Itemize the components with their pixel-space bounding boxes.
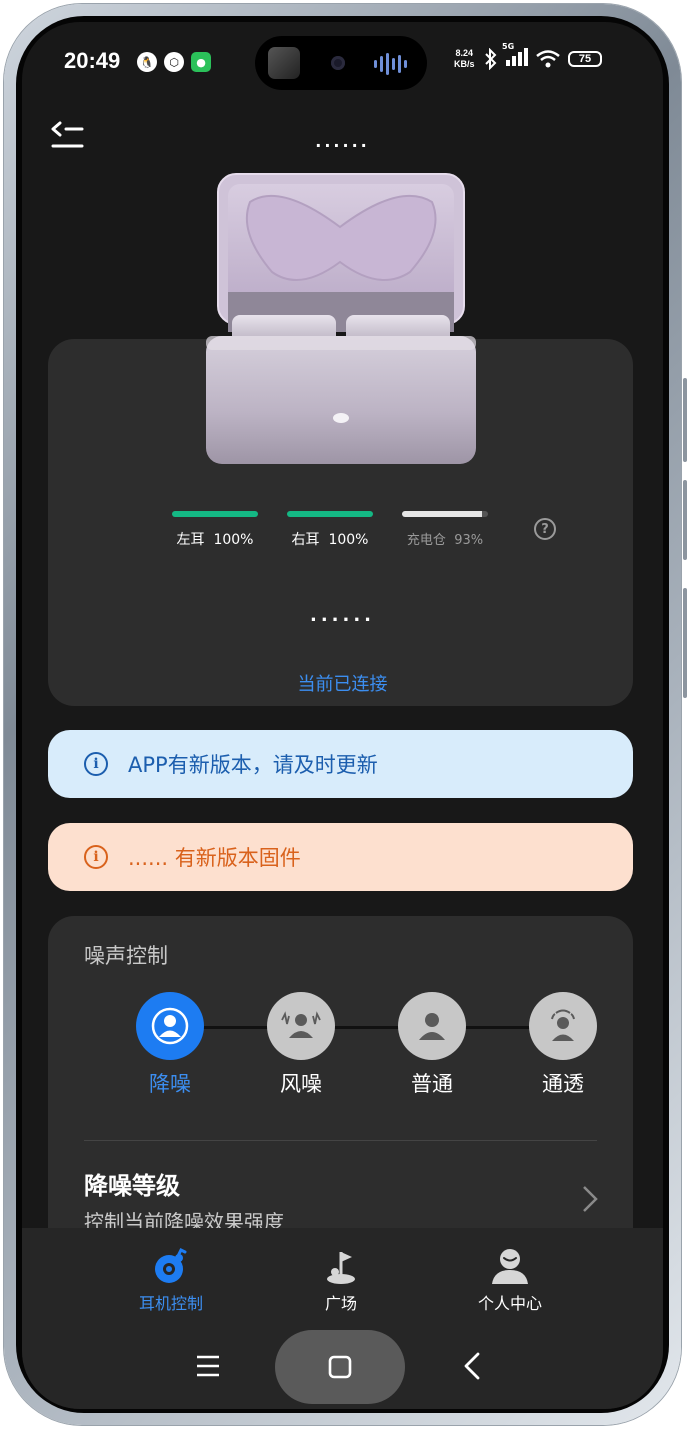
volume-button <box>683 378 687 462</box>
net-speed-value: 8.24 <box>455 48 474 58</box>
firmware-update-text: ...... 有新版本固件 <box>128 846 301 870</box>
status-bar: 20:49 🐧 ⬡ ● 8.24 KB/s 5G 75 <box>22 22 663 102</box>
left-ear-battery-label: 左耳 100% <box>176 532 254 548</box>
battery-indicator: 75 <box>568 51 602 67</box>
battery-status-row: 左耳 100% 右耳 100% 充电仓 93% <box>170 511 490 549</box>
info-icon: i <box>84 752 108 776</box>
media-thumbnail <box>268 47 300 79</box>
network-type: 5G <box>502 42 515 51</box>
anc-level-title[interactable]: 降噪等级 <box>84 1166 180 1201</box>
noise-control-title: 噪声控制 <box>84 944 168 968</box>
info-icon: i <box>84 845 108 869</box>
home-icon[interactable] <box>275 1330 405 1404</box>
mode-transparency[interactable]: 通透 <box>523 992 603 1098</box>
profile-icon <box>490 1246 530 1286</box>
back-icon[interactable] <box>462 1352 482 1384</box>
front-camera <box>331 56 345 70</box>
side-button <box>683 588 687 698</box>
mode-wind-noise[interactable]: 风噪 <box>261 992 341 1098</box>
plaza-flag-icon <box>321 1246 361 1286</box>
system-nav-bar <box>22 1328 663 1406</box>
notification-icons: 🐧 ⬡ ● <box>137 52 211 72</box>
left-ear-battery-bar <box>172 511 258 517</box>
earphone-control-icon <box>151 1246 191 1286</box>
battery-help-icon[interactable]: ? <box>534 518 556 540</box>
mode-label: 风噪 <box>280 1072 322 1096</box>
right-ear-battery: 右耳 100% <box>285 511 375 549</box>
anc-person-icon <box>136 992 204 1060</box>
audio-wave-icon <box>374 53 407 75</box>
right-ear-battery-label: 右耳 100% <box>291 532 369 548</box>
bluetooth-icon <box>485 48 497 70</box>
nav-label: 广场 <box>324 1294 357 1313</box>
chevron-right-icon[interactable] <box>581 1184 599 1218</box>
case-battery: 充电仓 93% <box>400 511 490 549</box>
case-battery-bar <box>402 511 488 517</box>
screen: 20:49 🐧 ⬡ ● 8.24 KB/s 5G 75 ...... 左耳 10… <box>22 22 663 1409</box>
device-name: ...... <box>309 605 376 626</box>
qq-icon: 🐧 <box>137 52 157 72</box>
mode-anc[interactable]: 降噪 <box>130 992 210 1098</box>
app-cube-icon: ⬡ <box>164 52 184 72</box>
cell-signal: 5G <box>502 42 528 70</box>
status-time: 20:49 <box>64 48 121 73</box>
net-speed-unit: KB/s <box>454 59 475 69</box>
case-battery-label: 充电仓 93% <box>406 533 484 548</box>
left-ear-battery: 左耳 100% <box>170 511 260 549</box>
nav-earphone-control[interactable]: 耳机控制 <box>111 1246 231 1314</box>
net-speed: 8.24 KB/s <box>454 48 475 70</box>
status-right: 5G 75 <box>484 42 602 70</box>
earbuds-case-image <box>200 172 482 472</box>
mode-label: 降噪 <box>149 1072 191 1096</box>
firmware-update-banner[interactable]: i ...... 有新版本固件 <box>48 823 633 891</box>
header-device-name: ...... <box>315 132 370 151</box>
connection-status: 当前已连接 <box>297 674 388 695</box>
app-update-text: APP有新版本，请及时更新 <box>128 753 378 777</box>
mode-label: 普通 <box>411 1072 453 1096</box>
wind-noise-person-icon <box>267 992 335 1060</box>
nav-plaza[interactable]: 广场 <box>281 1246 401 1314</box>
divider <box>84 1140 597 1141</box>
nav-profile[interactable]: 个人中心 <box>450 1246 570 1314</box>
normal-person-icon <box>398 992 466 1060</box>
dynamic-island[interactable] <box>255 36 427 90</box>
nav-label: 耳机控制 <box>138 1294 203 1313</box>
power-button <box>683 480 687 560</box>
menu-icon[interactable] <box>196 1354 220 1382</box>
right-ear-battery-bar <box>287 511 373 517</box>
mode-normal[interactable]: 普通 <box>392 992 472 1098</box>
app-update-banner[interactable]: i APP有新版本，请及时更新 <box>48 730 633 798</box>
transparency-person-icon <box>529 992 597 1060</box>
wechat-icon: ● <box>191 52 211 72</box>
noise-control-card: 噪声控制 降噪 风噪 普通 通透 降噪等级 控制当前降噪效果强度 <box>48 916 633 1276</box>
wifi-icon <box>536 50 560 68</box>
mode-label: 通透 <box>542 1072 584 1096</box>
nav-label: 个人中心 <box>477 1294 542 1313</box>
